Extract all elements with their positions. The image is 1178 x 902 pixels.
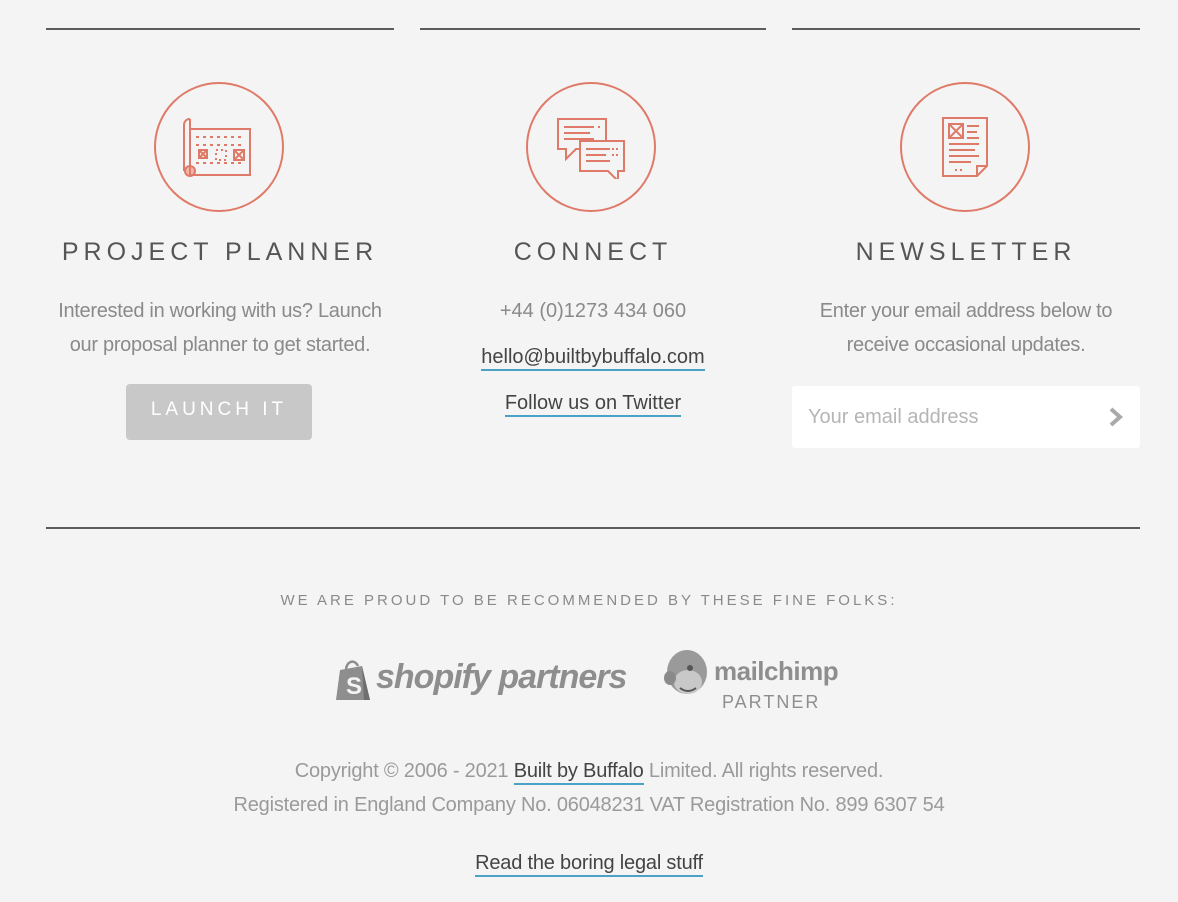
copyright-suffix: Limited. All rights reserved. xyxy=(643,760,884,782)
connect-heading: CONNECT xyxy=(513,238,673,266)
freddie-monkey-icon xyxy=(664,650,707,694)
newsletter-section: NEWSLETTER Enter your email address belo… xyxy=(792,0,1140,460)
shopify-bag-icon: S xyxy=(336,660,370,700)
mailchimp-logo-text: mailchimp xyxy=(714,656,839,686)
document-icon xyxy=(942,117,988,177)
connect-section: CONNECT +44 (0)1273 434 060 hello@builtb… xyxy=(420,0,766,460)
section-divider xyxy=(46,527,1140,529)
copyright-line: Copyright © 2006 - 2021 Built by Buffalo… xyxy=(0,756,1178,786)
project-planner-description-line-1: Interested in working with us? Launch xyxy=(58,300,382,322)
launch-it-button[interactable]: LAUNCH IT xyxy=(126,384,312,440)
newsletter-heading: NEWSLETTER xyxy=(855,238,1077,266)
newsletter-description-line-2: receive occasional updates. xyxy=(846,334,1086,356)
legal-link[interactable]: Read the boring legal stuff xyxy=(475,852,703,877)
registration-line: Registered in England Company No. 060482… xyxy=(233,794,945,816)
project-planner-description: Interested in working with us? Launch ou… xyxy=(46,294,394,362)
mailchimp-partner-logo[interactable]: mailchimp PARTNER xyxy=(662,646,862,716)
blueprint-icon xyxy=(183,118,251,177)
project-planner-section: PROJECT PLANNER Interested in working wi… xyxy=(46,0,394,460)
project-planner-heading: PROJECT PLANNER xyxy=(61,238,379,266)
legal-link-row: Read the boring legal stuff xyxy=(0,848,1178,878)
svg-text:S: S xyxy=(346,673,362,700)
newsletter-description-line-1: Enter your email address below to xyxy=(819,300,1113,322)
email-link-row: hello@builtbybuffalo.com xyxy=(420,340,766,374)
project-planner-description-line-2: our proposal planner to get started. xyxy=(69,334,371,356)
newsletter-email-input[interactable] xyxy=(806,396,1090,438)
twitter-link-row: Follow us on Twitter xyxy=(420,386,766,420)
newsletter-submit-button[interactable] xyxy=(1104,404,1128,430)
recommended-heading: WE ARE PROUD TO BE RECOMMENDED BY THESE … xyxy=(280,592,898,609)
mailchimp-partner-text: PARTNER xyxy=(722,692,821,712)
email-link[interactable]: hello@builtbybuffalo.com xyxy=(481,346,705,371)
chevron-right-icon xyxy=(1109,407,1124,427)
chat-bubbles-icon xyxy=(557,118,625,179)
shopify-partners-logo[interactable]: S shopify partners xyxy=(334,656,627,704)
twitter-link[interactable]: Follow us on Twitter xyxy=(504,392,682,417)
shopify-logo-text: shopify partners xyxy=(376,658,627,696)
newsletter-icon-circle xyxy=(900,82,1030,212)
copyright-prefix: Copyright © 2006 - 2021 xyxy=(294,760,514,782)
connect-icon-circle xyxy=(526,82,656,212)
newsletter-form xyxy=(792,386,1140,448)
built-by-buffalo-link[interactable]: Built by Buffalo xyxy=(513,760,644,785)
newsletter-description: Enter your email address below to receiv… xyxy=(792,294,1140,362)
phone-number: +44 (0)1273 434 060 xyxy=(499,300,687,322)
project-planner-icon-circle xyxy=(154,82,284,212)
